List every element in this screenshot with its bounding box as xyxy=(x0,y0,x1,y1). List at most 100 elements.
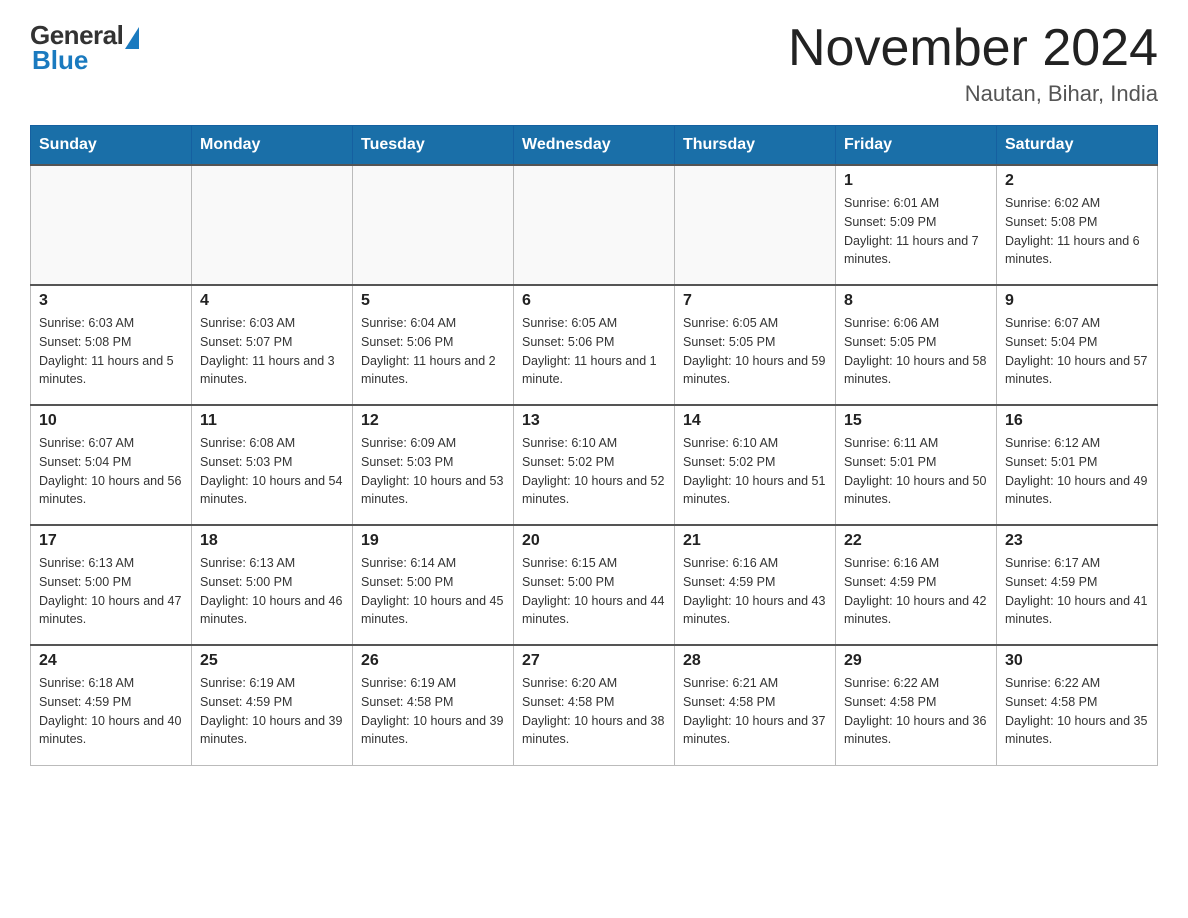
day-info: Sunrise: 6:02 AMSunset: 5:08 PMDaylight:… xyxy=(1005,194,1149,269)
calendar-cell: 21Sunrise: 6:16 AMSunset: 4:59 PMDayligh… xyxy=(675,525,836,645)
calendar-cell: 28 Sunrise: 6:21 AMSunset: 4:58 PMDayligh… xyxy=(675,645,836,765)
day-number: 26 xyxy=(361,652,505,670)
day-number: 27 xyxy=(522,652,666,670)
day-info: Sunrise: 6:15 AMSunset: 5:00 PMDaylight:… xyxy=(522,554,666,629)
day-number: 6 xyxy=(522,292,666,310)
day-info: Sunrise: 6:01 AMSunset: 5:09 PMDaylight:… xyxy=(844,194,988,269)
calendar-cell: 7Sunrise: 6:05 AMSunset: 5:05 PMDaylight… xyxy=(675,285,836,405)
day-number: 14 xyxy=(683,412,827,430)
day-number: 4 xyxy=(200,292,344,310)
calendar-week-row: 24 Sunrise: 6:18 AMSunset: 4:59 PMDayligh… xyxy=(31,645,1158,765)
calendar-cell: 25 Sunrise: 6:19 AMSunset: 4:59 PMDayligh… xyxy=(192,645,353,765)
calendar-cell: 5 Sunrise: 6:04 AMSunset: 5:06 PMDaylight… xyxy=(353,285,514,405)
calendar-cell: 16 Sunrise: 6:12 AMSunset: 5:01 PMDayligh… xyxy=(997,405,1158,525)
day-number: 5 xyxy=(361,292,505,310)
calendar-cell xyxy=(31,165,192,285)
calendar-cell xyxy=(353,165,514,285)
logo-triangle-icon xyxy=(125,27,139,49)
calendar-cell xyxy=(192,165,353,285)
day-number: 22 xyxy=(844,532,988,550)
calendar-cell: 22Sunrise: 6:16 AMSunset: 4:59 PMDayligh… xyxy=(836,525,997,645)
day-info: Sunrise: 6:07 AMSunset: 5:04 PMDaylight:… xyxy=(1005,314,1149,389)
calendar-week-row: 17 Sunrise: 6:13 AMSunset: 5:00 PMDayligh… xyxy=(31,525,1158,645)
calendar-cell: 12 Sunrise: 6:09 AMSunset: 5:03 PMDayligh… xyxy=(353,405,514,525)
calendar-cell: 20 Sunrise: 6:15 AMSunset: 5:00 PMDayligh… xyxy=(514,525,675,645)
day-number: 23 xyxy=(1005,532,1149,550)
day-info: Sunrise: 6:12 AMSunset: 5:01 PMDaylight:… xyxy=(1005,434,1149,509)
day-number: 12 xyxy=(361,412,505,430)
calendar-cell xyxy=(675,165,836,285)
calendar-cell: 6 Sunrise: 6:05 AMSunset: 5:06 PMDaylight… xyxy=(514,285,675,405)
day-info: Sunrise: 6:18 AMSunset: 4:59 PMDaylight:… xyxy=(39,674,183,749)
day-number: 10 xyxy=(39,412,183,430)
calendar-cell: 29Sunrise: 6:22 AMSunset: 4:58 PMDayligh… xyxy=(836,645,997,765)
day-number: 20 xyxy=(522,532,666,550)
calendar-header-thursday: Thursday xyxy=(675,126,836,166)
day-number: 3 xyxy=(39,292,183,310)
day-number: 30 xyxy=(1005,652,1149,670)
day-number: 18 xyxy=(200,532,344,550)
day-info: Sunrise: 6:11 AMSunset: 5:01 PMDaylight:… xyxy=(844,434,988,509)
calendar-cell: 13 Sunrise: 6:10 AMSunset: 5:02 PMDayligh… xyxy=(514,405,675,525)
day-number: 24 xyxy=(39,652,183,670)
day-number: 7 xyxy=(683,292,827,310)
calendar-cell: 10 Sunrise: 6:07 AMSunset: 5:04 PMDayligh… xyxy=(31,405,192,525)
location-subtitle: Nautan, Bihar, India xyxy=(788,81,1158,107)
calendar-header-row: SundayMondayTuesdayWednesdayThursdayFrid… xyxy=(31,126,1158,166)
day-number: 21 xyxy=(683,532,827,550)
day-info: Sunrise: 6:10 AMSunset: 5:02 PMDaylight:… xyxy=(683,434,827,509)
logo-blue-text: Blue xyxy=(32,45,88,76)
day-number: 11 xyxy=(200,412,344,430)
calendar-table: SundayMondayTuesdayWednesdayThursdayFrid… xyxy=(30,125,1158,766)
day-number: 25 xyxy=(200,652,344,670)
day-number: 17 xyxy=(39,532,183,550)
day-info: Sunrise: 6:08 AMSunset: 5:03 PMDaylight:… xyxy=(200,434,344,509)
day-info: Sunrise: 6:13 AMSunset: 5:00 PMDaylight:… xyxy=(200,554,344,629)
calendar-cell: 1Sunrise: 6:01 AMSunset: 5:09 PMDaylight… xyxy=(836,165,997,285)
day-info: Sunrise: 6:04 AMSunset: 5:06 PMDaylight:… xyxy=(361,314,505,389)
day-info: Sunrise: 6:20 AMSunset: 4:58 PMDaylight:… xyxy=(522,674,666,749)
day-info: Sunrise: 6:07 AMSunset: 5:04 PMDaylight:… xyxy=(39,434,183,509)
calendar-cell: 27 Sunrise: 6:20 AMSunset: 4:58 PMDayligh… xyxy=(514,645,675,765)
day-info: Sunrise: 6:21 AMSunset: 4:58 PMDaylight:… xyxy=(683,674,827,749)
calendar-header-friday: Friday xyxy=(836,126,997,166)
calendar-cell: 2Sunrise: 6:02 AMSunset: 5:08 PMDaylight… xyxy=(997,165,1158,285)
calendar-cell: 14 Sunrise: 6:10 AMSunset: 5:02 PMDayligh… xyxy=(675,405,836,525)
page-header: General Blue November 2024 Nautan, Bihar… xyxy=(30,20,1158,107)
day-info: Sunrise: 6:14 AMSunset: 5:00 PMDaylight:… xyxy=(361,554,505,629)
calendar-cell xyxy=(514,165,675,285)
calendar-cell: 11 Sunrise: 6:08 AMSunset: 5:03 PMDayligh… xyxy=(192,405,353,525)
calendar-cell: 8Sunrise: 6:06 AMSunset: 5:05 PMDaylight… xyxy=(836,285,997,405)
calendar-cell: 3Sunrise: 6:03 AMSunset: 5:08 PMDaylight… xyxy=(31,285,192,405)
calendar-cell: 9 Sunrise: 6:07 AMSunset: 5:04 PMDaylight… xyxy=(997,285,1158,405)
calendar-week-row: 1Sunrise: 6:01 AMSunset: 5:09 PMDaylight… xyxy=(31,165,1158,285)
calendar-header-sunday: Sunday xyxy=(31,126,192,166)
day-number: 15 xyxy=(844,412,988,430)
day-number: 13 xyxy=(522,412,666,430)
title-block: November 2024 Nautan, Bihar, India xyxy=(788,20,1158,107)
calendar-cell: 15 Sunrise: 6:11 AMSunset: 5:01 PMDayligh… xyxy=(836,405,997,525)
day-info: Sunrise: 6:22 AMSunset: 4:58 PMDaylight:… xyxy=(1005,674,1149,749)
calendar-cell: 23 Sunrise: 6:17 AMSunset: 4:59 PMDayligh… xyxy=(997,525,1158,645)
day-info: Sunrise: 6:13 AMSunset: 5:00 PMDaylight:… xyxy=(39,554,183,629)
day-info: Sunrise: 6:10 AMSunset: 5:02 PMDaylight:… xyxy=(522,434,666,509)
calendar-header-monday: Monday xyxy=(192,126,353,166)
day-info: Sunrise: 6:19 AMSunset: 4:58 PMDaylight:… xyxy=(361,674,505,749)
calendar-week-row: 3Sunrise: 6:03 AMSunset: 5:08 PMDaylight… xyxy=(31,285,1158,405)
day-info: Sunrise: 6:06 AMSunset: 5:05 PMDaylight:… xyxy=(844,314,988,389)
day-number: 9 xyxy=(1005,292,1149,310)
calendar-cell: 24 Sunrise: 6:18 AMSunset: 4:59 PMDayligh… xyxy=(31,645,192,765)
day-info: Sunrise: 6:03 AMSunset: 5:07 PMDaylight:… xyxy=(200,314,344,389)
day-number: 16 xyxy=(1005,412,1149,430)
calendar-header-tuesday: Tuesday xyxy=(353,126,514,166)
day-info: Sunrise: 6:17 AMSunset: 4:59 PMDaylight:… xyxy=(1005,554,1149,629)
day-number: 19 xyxy=(361,532,505,550)
calendar-week-row: 10 Sunrise: 6:07 AMSunset: 5:04 PMDayligh… xyxy=(31,405,1158,525)
calendar-cell: 19 Sunrise: 6:14 AMSunset: 5:00 PMDayligh… xyxy=(353,525,514,645)
day-info: Sunrise: 6:05 AMSunset: 5:06 PMDaylight:… xyxy=(522,314,666,389)
day-info: Sunrise: 6:09 AMSunset: 5:03 PMDaylight:… xyxy=(361,434,505,509)
day-number: 28 xyxy=(683,652,827,670)
day-info: Sunrise: 6:19 AMSunset: 4:59 PMDaylight:… xyxy=(200,674,344,749)
calendar-cell: 30 Sunrise: 6:22 AMSunset: 4:58 PMDayligh… xyxy=(997,645,1158,765)
logo: General Blue xyxy=(30,20,139,76)
